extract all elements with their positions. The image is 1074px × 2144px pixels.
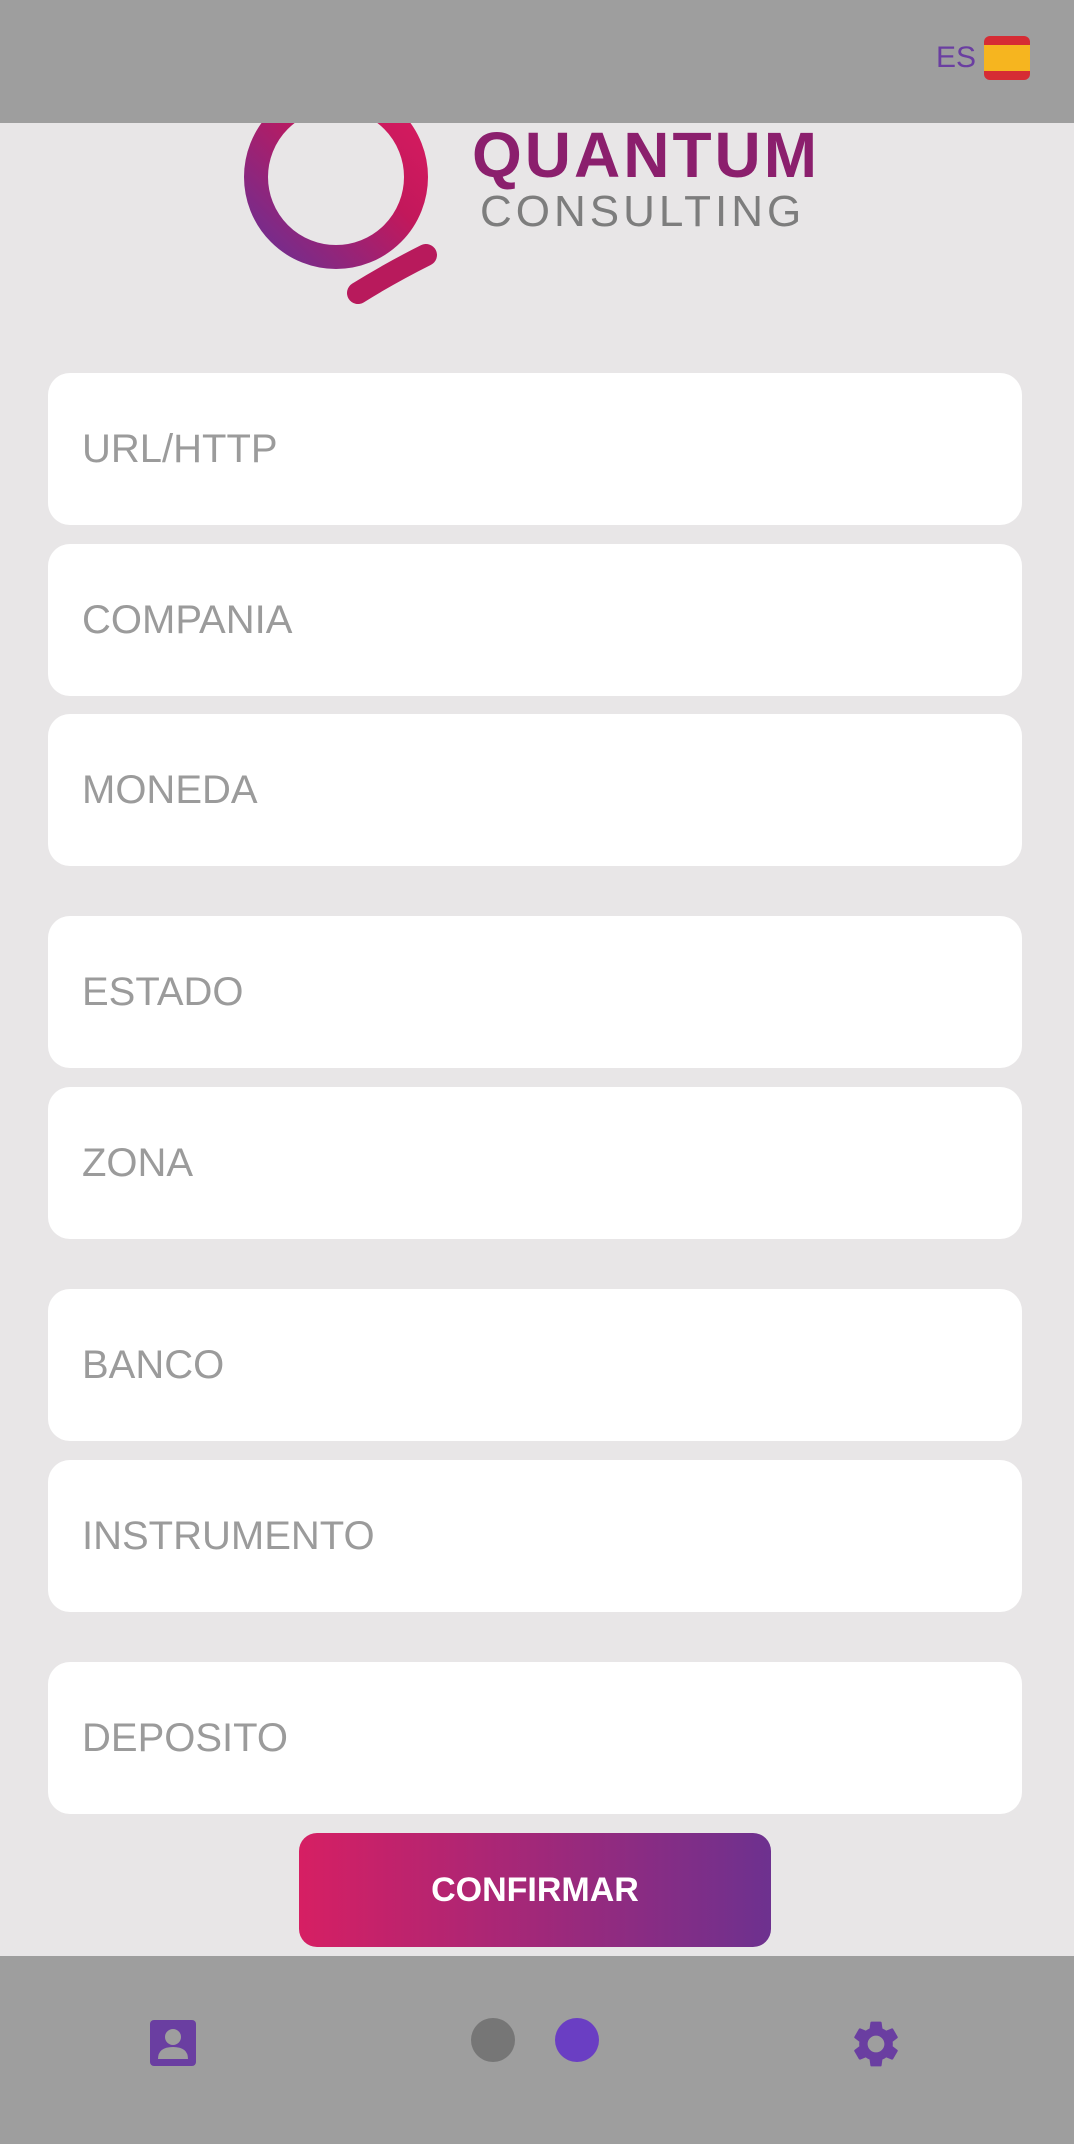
company-logo: QUANTUM CONSULTING [240, 123, 840, 313]
instrument-input[interactable] [80, 1512, 1022, 1560]
logo-line-1: QUANTUM [472, 119, 821, 191]
profile-card-icon[interactable] [148, 2018, 198, 2068]
bank-input[interactable] [80, 1341, 1022, 1389]
logo-line-2: CONSULTING [480, 187, 806, 236]
gear-icon[interactable] [848, 2016, 904, 2072]
bottom-nav-bar [0, 1956, 1074, 2144]
deposit-field[interactable] [48, 1662, 1022, 1814]
page-indicator-dot-2[interactable] [555, 2018, 599, 2062]
bank-field[interactable] [48, 1289, 1022, 1441]
zone-input[interactable] [80, 1139, 1022, 1187]
state-field[interactable] [48, 916, 1022, 1068]
currency-field[interactable] [48, 714, 1022, 866]
deposit-input[interactable] [80, 1714, 1022, 1762]
instrument-field[interactable] [48, 1460, 1022, 1612]
zone-field[interactable] [48, 1087, 1022, 1239]
company-field[interactable] [48, 544, 1022, 696]
spain-flag-icon [984, 36, 1030, 80]
confirm-button[interactable]: CONFIRMAR [299, 1833, 771, 1947]
state-input[interactable] [80, 968, 1022, 1016]
top-bar: ES [0, 0, 1074, 123]
language-code: ES [935, 41, 976, 74]
quantum-q-icon [244, 123, 437, 304]
url-field[interactable] [48, 373, 1022, 525]
language-selector[interactable]: ES [936, 36, 1030, 80]
currency-input[interactable] [80, 766, 1022, 814]
url-input[interactable] [80, 425, 1022, 473]
page-indicator-dot-1[interactable] [471, 2018, 515, 2062]
company-input[interactable] [80, 596, 1022, 644]
